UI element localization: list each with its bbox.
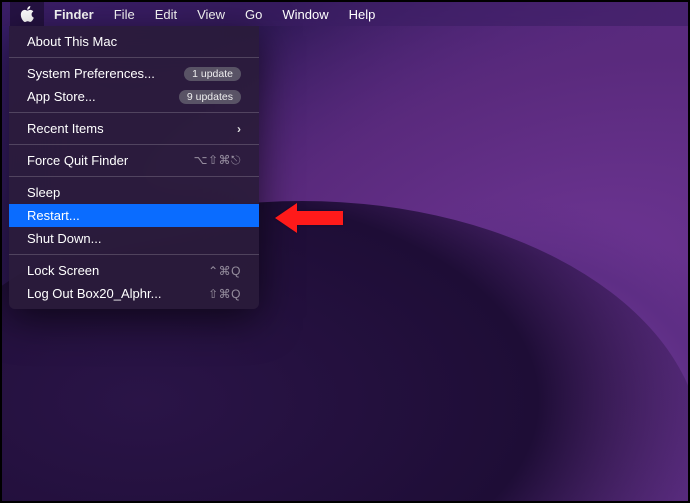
menu-force-quit[interactable]: Force Quit Finder ⌥⇧⌘⎋ [9, 149, 259, 172]
keyboard-shortcut: ⌥⇧⌘⎋ [194, 153, 241, 168]
menu-label: Log Out Box20_Alphr... [27, 286, 161, 301]
menubar-help[interactable]: Help [339, 2, 386, 26]
menubar-file[interactable]: File [104, 2, 145, 26]
keyboard-shortcut: ⇧⌘Q [208, 287, 241, 301]
keyboard-shortcut: ⌃⌘Q [208, 264, 241, 278]
menu-sleep[interactable]: Sleep [9, 181, 259, 204]
menu-separator [9, 112, 259, 113]
apple-logo-icon [20, 6, 34, 22]
menu-lock-screen[interactable]: Lock Screen ⌃⌘Q [9, 259, 259, 282]
menu-about-this-mac[interactable]: About This Mac [9, 30, 259, 53]
menu-shut-down[interactable]: Shut Down... [9, 227, 259, 250]
menu-label: Recent Items [27, 121, 104, 136]
annotation-arrow [275, 200, 345, 241]
menu-separator [9, 254, 259, 255]
menu-label: System Preferences... [27, 66, 155, 81]
arrow-icon [275, 200, 345, 236]
menu-label: About This Mac [27, 34, 117, 49]
menu-label: Lock Screen [27, 263, 99, 278]
menu-label: Force Quit Finder [27, 153, 128, 168]
menubar-go[interactable]: Go [235, 2, 272, 26]
menu-label: App Store... [27, 89, 96, 104]
menu-app-store[interactable]: App Store... 9 updates [9, 85, 259, 108]
menubar-edit[interactable]: Edit [145, 2, 187, 26]
menubar-window[interactable]: Window [272, 2, 338, 26]
menu-restart[interactable]: Restart... [9, 204, 259, 227]
apple-menu-dropdown: About This Mac System Preferences... 1 u… [9, 26, 259, 309]
apple-menu[interactable] [10, 2, 44, 26]
menu-recent-items[interactable]: Recent Items › [9, 117, 259, 140]
update-badge: 1 update [184, 67, 241, 81]
menu-label: Shut Down... [27, 231, 101, 246]
chevron-right-icon: › [237, 122, 241, 136]
menubar-view[interactable]: View [187, 2, 235, 26]
menu-separator [9, 144, 259, 145]
menubar-finder[interactable]: Finder [44, 2, 104, 26]
menu-label: Restart... [27, 208, 80, 223]
menu-system-preferences[interactable]: System Preferences... 1 update [9, 62, 259, 85]
menu-separator [9, 57, 259, 58]
update-badge: 9 updates [179, 90, 241, 104]
menu-separator [9, 176, 259, 177]
menu-label: Sleep [27, 185, 60, 200]
menubar: Finder File Edit View Go Window Help [2, 2, 688, 26]
menu-log-out[interactable]: Log Out Box20_Alphr... ⇧⌘Q [9, 282, 259, 305]
